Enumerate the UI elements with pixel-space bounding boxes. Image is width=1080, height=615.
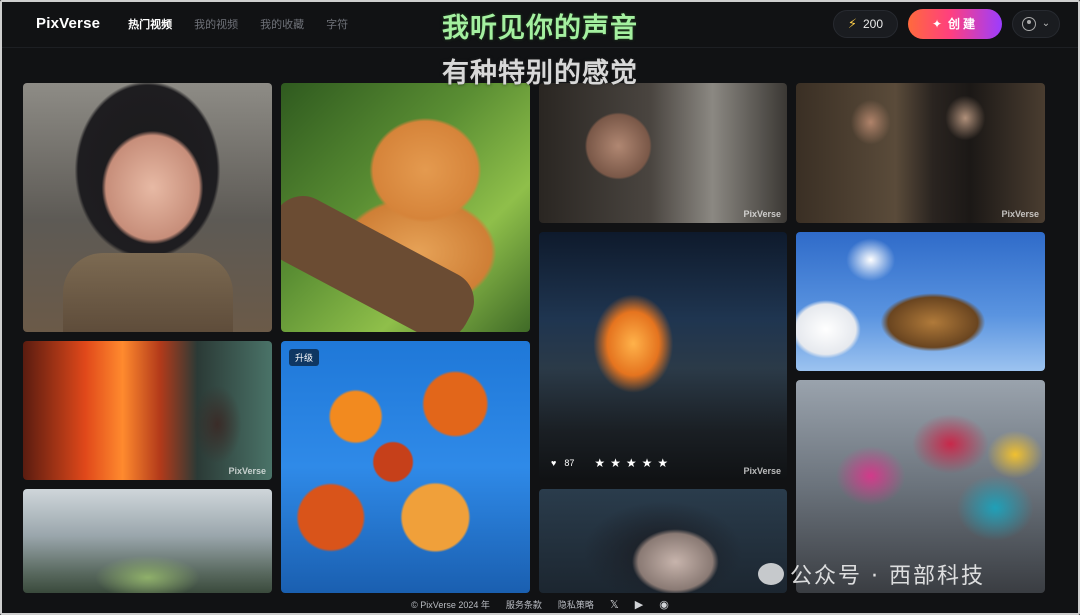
card-watermark: PixVerse	[743, 209, 781, 219]
subtitle-line-1: 我听见你的声音	[442, 13, 638, 44]
terms-link[interactable]: 服务条款	[506, 598, 542, 611]
video-card-astronaut-girl[interactable]	[539, 489, 787, 593]
star-icon[interactable]: ★	[610, 456, 621, 470]
video-card-girl-portrait[interactable]	[23, 83, 272, 332]
star-icon[interactable]: ★	[594, 456, 605, 470]
wechat-watermark: 公众号 · 西部科技	[758, 558, 985, 590]
card-watermark: PixVerse	[1001, 209, 1039, 219]
upgrade-badge: 升级	[289, 349, 320, 366]
star-rating[interactable]: ★ ★ ★ ★ ★	[594, 456, 668, 470]
video-card-autumn-leaves[interactable]: 升级	[281, 341, 530, 593]
star-icon[interactable]: ★	[626, 456, 637, 470]
footer: © PixVerse 2024 年 服务条款 隐私策略 𝕏 ▶ ◉	[0, 593, 1080, 615]
copyright-text: © PixVerse 2024 年	[411, 599, 490, 610]
star-icon[interactable]: ★	[642, 456, 653, 470]
video-card-orange-cat[interactable]	[281, 83, 530, 332]
discord-icon[interactable]: ◉	[659, 598, 669, 611]
video-card-man-in-hallway[interactable]: PixVerse	[539, 83, 787, 223]
like-count: 87	[564, 458, 575, 468]
heart-icon[interactable]: ♥	[551, 458, 556, 468]
star-icon[interactable]: ★	[657, 456, 668, 470]
privacy-link[interactable]: 隐私策略	[558, 598, 594, 611]
video-card-detectives[interactable]: PixVerse	[796, 83, 1045, 223]
subtitle-line-2: 有种特别的感觉	[442, 58, 638, 89]
x-icon[interactable]: 𝕏	[610, 598, 619, 611]
card-stats: ♥ 87 ★ ★ ★ ★ ★	[551, 456, 668, 470]
video-card-future-city[interactable]	[23, 489, 272, 593]
card-watermark: PixVerse	[228, 466, 266, 476]
youtube-icon[interactable]: ▶	[635, 598, 643, 611]
video-card-steampunk-mouse[interactable]	[796, 232, 1045, 371]
video-card-subway-man[interactable]: PixVerse	[23, 341, 272, 480]
wechat-icon	[758, 563, 784, 585]
video-card-fire-fox[interactable]: ♥ 87 ★ ★ ★ ★ ★ PixVerse	[539, 232, 787, 480]
card-watermark: PixVerse	[743, 466, 781, 476]
wechat-watermark-text: 公众号 · 西部科技	[790, 564, 985, 589]
